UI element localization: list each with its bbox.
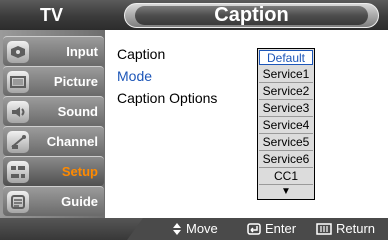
sidebar-item-guide[interactable]: Guide xyxy=(3,186,104,216)
page-title: Caption xyxy=(214,4,289,26)
dropdown-option[interactable]: Service5 xyxy=(259,135,313,151)
move-hint: Move xyxy=(172,220,218,238)
top-bar: TV Caption xyxy=(0,0,388,30)
sidebar-item-picture[interactable]: Picture xyxy=(3,66,104,96)
picture-icon xyxy=(7,71,29,93)
title-pill: Caption xyxy=(124,3,379,28)
tv-label: TV xyxy=(39,5,63,25)
sidebar-item-label: Sound xyxy=(57,104,98,119)
sidebar-item-label: Setup xyxy=(61,164,98,179)
sound-icon xyxy=(7,101,29,123)
enter-label: Enter xyxy=(265,221,297,236)
channel-icon xyxy=(7,131,29,153)
sidebar-item-label: Channel xyxy=(46,134,98,149)
content-area: Caption Mode Caption Options xyxy=(105,30,388,218)
dropdown-option[interactable]: Service4 xyxy=(259,118,313,134)
return-hint: Return xyxy=(316,220,375,238)
sidebar-item-label: Picture xyxy=(53,74,98,89)
updown-arrow-icon xyxy=(172,222,182,236)
menu-item-caption[interactable]: Caption xyxy=(117,46,165,62)
sidebar-item-sound[interactable]: Sound xyxy=(3,96,104,126)
sidebar: Input Picture Sound Channel Setup Guide xyxy=(0,30,105,218)
guide-icon xyxy=(7,191,29,213)
sidebar-item-label: Input xyxy=(66,44,98,59)
mode-dropdown: Default Service1 Service2 Service3 Servi… xyxy=(257,48,315,200)
menu-item-caption-options[interactable]: Caption Options xyxy=(117,90,217,106)
sidebar-item-label: Guide xyxy=(61,194,98,209)
title-pill-inner: Caption xyxy=(135,4,368,26)
sidebar-item-setup[interactable]: Setup xyxy=(3,156,104,186)
enter-icon xyxy=(247,223,261,235)
sidebar-item-channel[interactable]: Channel xyxy=(3,126,104,156)
tv-osd-screen: TV Caption Input Picture Sound Channel S… xyxy=(0,0,388,240)
scroll-down-icon[interactable]: ▼ xyxy=(259,185,313,199)
dropdown-option[interactable]: CC1 xyxy=(259,169,313,185)
enter-hint: Enter xyxy=(247,220,296,238)
setup-icon xyxy=(7,161,29,183)
return-icon xyxy=(316,223,332,235)
bottom-bar: Move Enter Return xyxy=(0,218,388,240)
dropdown-option[interactable]: Service2 xyxy=(259,84,313,100)
dropdown-option[interactable]: Service3 xyxy=(259,101,313,117)
dropdown-option[interactable]: Service1 xyxy=(259,67,313,83)
sidebar-item-input[interactable]: Input xyxy=(3,36,104,66)
move-label: Move xyxy=(186,221,218,236)
return-label: Return xyxy=(336,221,376,236)
dropdown-option[interactable]: Service6 xyxy=(259,152,313,168)
input-icon xyxy=(7,41,29,63)
dropdown-option[interactable]: Default xyxy=(259,50,313,65)
menu-item-mode[interactable]: Mode xyxy=(117,68,152,84)
